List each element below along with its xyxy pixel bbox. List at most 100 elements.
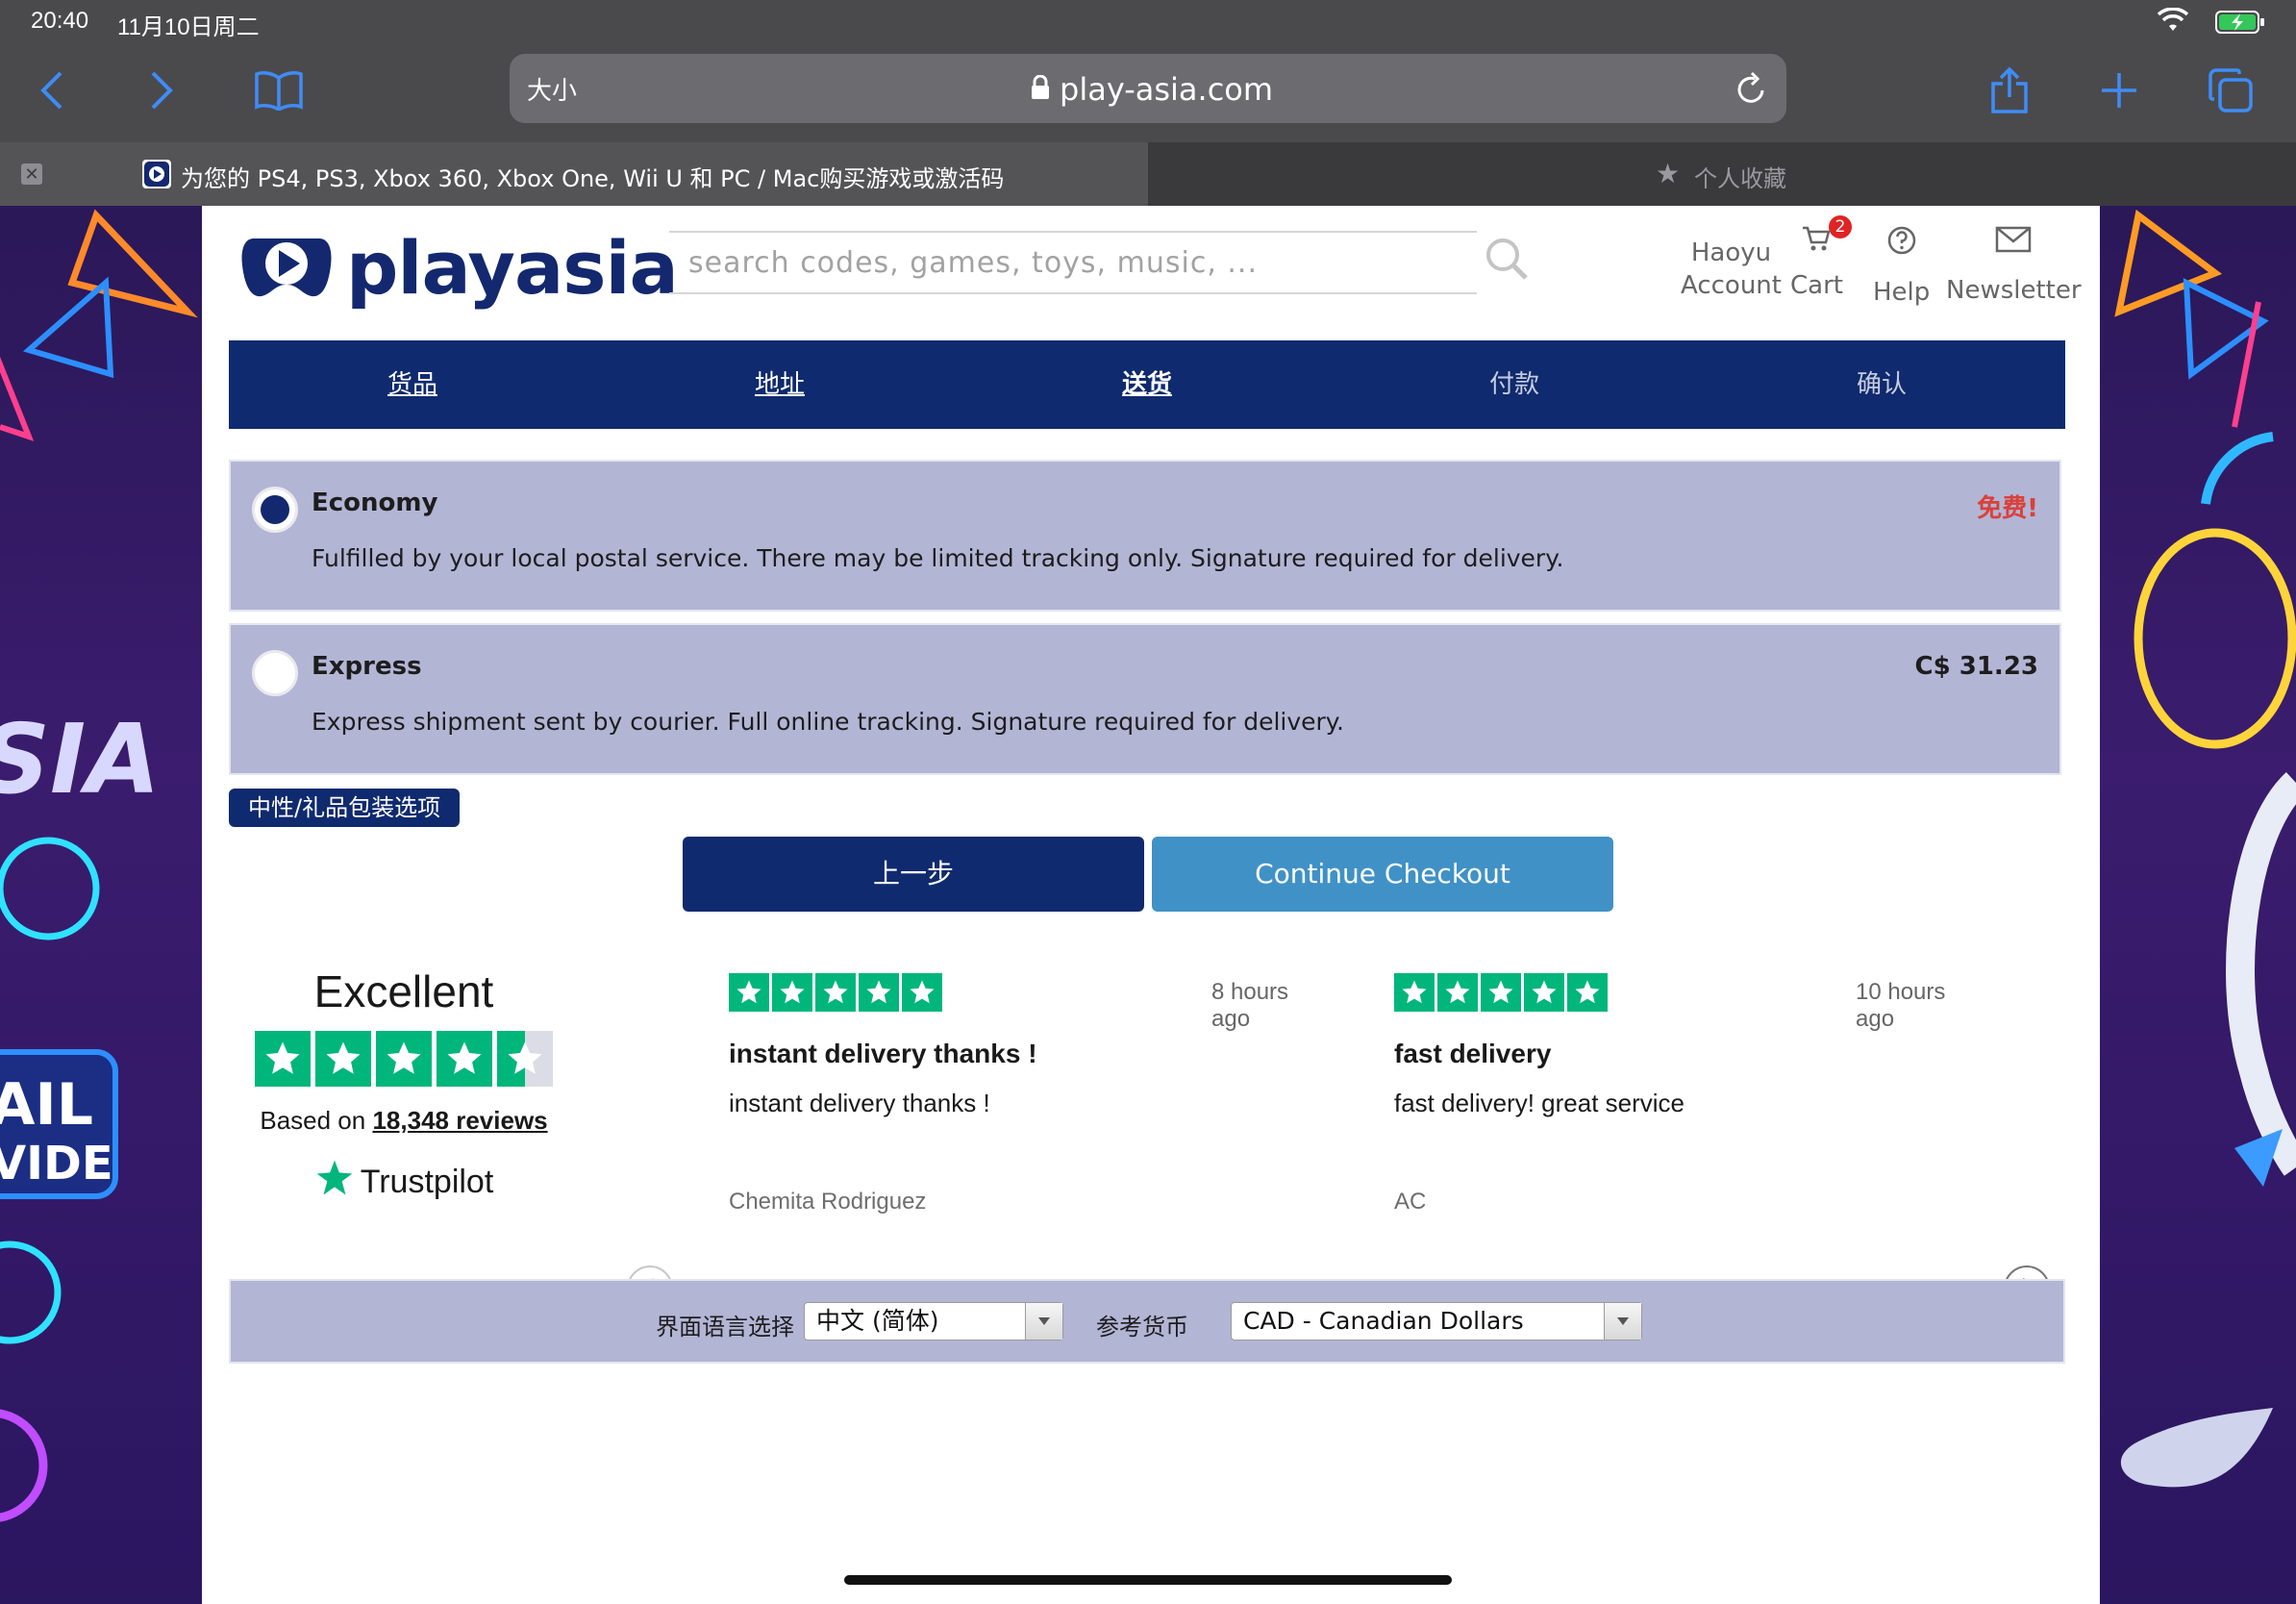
forward-nav-button[interactable] (133, 63, 190, 121)
economy-description: Fulfilled by your local postal service. … (312, 544, 1564, 572)
tabs-overview-button[interactable] (2202, 63, 2259, 121)
star-icon (772, 973, 812, 1012)
dropdown-arrow-icon (1604, 1303, 1641, 1340)
newsletter-label: Newsletter (1946, 276, 2082, 305)
express-name: Express (312, 652, 422, 681)
step-items[interactable]: 货品 (229, 340, 596, 429)
gift-wrap-option-button[interactable]: 中性/礼品包装选项 (229, 789, 461, 827)
star-icon (1524, 973, 1564, 1012)
favorites-label: 个人收藏 (1694, 165, 1786, 192)
trustpilot-logo[interactable]: Trustpilot (250, 1159, 558, 1206)
trustpilot-star-icon (314, 1159, 355, 1206)
wifi-icon (2157, 7, 2189, 39)
decorative-background-left: SIA AIL VIDE (0, 206, 202, 1604)
currency-select[interactable]: CAD - Canadian Dollars (1231, 1302, 1642, 1341)
playasia-logo[interactable]: playasia (240, 225, 679, 311)
decorative-background-right (2100, 206, 2296, 1604)
review-title: fast delivery (1394, 1039, 1552, 1068)
previous-step-button[interactable]: 上一步 (683, 837, 1144, 912)
currency-label: 参考货币 (1096, 1314, 1188, 1341)
tab-favorites[interactable]: ★ 个人收藏 (1148, 142, 2296, 206)
review-author: Chemita Rodriguez (729, 1189, 927, 1215)
share-button[interactable] (1981, 63, 2038, 121)
trustpilot-star-rating (250, 1031, 558, 1087)
svg-text:VIDE: VIDE (0, 1137, 113, 1190)
tab-title: 为您的 PS4, PS3, Xbox 360, Xbox One, Wii U … (181, 165, 1005, 192)
review-card[interactable]: 10 hours ago fast delivery fast delivery… (1394, 973, 1990, 1215)
search-input[interactable] (669, 233, 1477, 292)
reload-icon[interactable] (1734, 71, 1767, 111)
star-icon: ★ (1656, 159, 1681, 188)
review-count-link[interactable]: 18,348 reviews (372, 1106, 547, 1135)
economy-name: Economy (312, 489, 438, 517)
help-label: Help (1873, 278, 1931, 307)
star-icon (437, 1031, 492, 1087)
star-icon (1394, 973, 1435, 1012)
url-text: play-asia.com (1060, 71, 1274, 108)
language-select[interactable]: 中文 (简体) (804, 1302, 1063, 1341)
battery-charging-icon (2215, 10, 2265, 41)
playasia-logo-icon (240, 229, 333, 307)
trustpilot-brand: Trustpilot (360, 1164, 494, 1200)
address-bar[interactable]: 大小 play-asia.com (510, 54, 1786, 123)
cart-icon: 2 (1790, 215, 1852, 258)
tab-playasia[interactable]: ✕ 为您的 PS4, PS3, Xbox 360, Xbox One, Wii … (0, 142, 1148, 206)
language-value: 中文 (简体) (816, 1307, 939, 1335)
account-username: Haoyu (1690, 238, 1772, 267)
text-size-button[interactable]: 大小 (527, 71, 577, 107)
checkout-page: playasia Haoyu Account 2 Cart Help Newsl… (202, 206, 2100, 1604)
star-icon (376, 1031, 432, 1087)
express-radio[interactable] (252, 650, 298, 696)
cart-link[interactable]: 2 Cart (1790, 215, 1852, 302)
star-icon (315, 1031, 371, 1087)
svg-text:SIA: SIA (0, 703, 161, 815)
star-icon (729, 973, 769, 1012)
half-star-icon (497, 1031, 553, 1087)
shipping-option-express[interactable]: Express Express shipment sent by courier… (229, 623, 2061, 775)
star-icon (815, 973, 856, 1012)
continue-checkout-button[interactable]: Continue Checkout (1152, 837, 1613, 912)
chevron-right-icon (147, 69, 176, 116)
review-body: fast delivery! great service (1394, 1089, 1685, 1117)
star-icon (1567, 973, 1608, 1012)
dropdown-arrow-icon (1025, 1303, 1062, 1340)
ios-status-bar: 20:40 11月10日周二 (0, 0, 2296, 42)
search-icon[interactable] (1485, 237, 1529, 286)
playasia-favicon-icon (142, 160, 171, 188)
search-box (669, 231, 1477, 294)
star-icon (255, 1031, 311, 1087)
step-shipping[interactable]: 送货 (963, 340, 1331, 429)
account-link[interactable]: Haoyu Account (1681, 237, 1782, 302)
star-icon (902, 973, 942, 1012)
express-price: C$ 31.23 (1914, 652, 2038, 681)
checkout-steps-nav: 货品 地址 送货 付款 确认 (229, 340, 2065, 429)
cart-count-badge: 2 (1829, 215, 1852, 238)
step-address[interactable]: 地址 (596, 340, 963, 429)
logo-wordmark: playasia (346, 224, 679, 311)
review-author: AC (1394, 1189, 1427, 1215)
new-tab-button[interactable] (2090, 63, 2148, 121)
review-card[interactable]: 8 hours ago instant delivery thanks ! in… (729, 973, 1325, 1215)
bookmarks-button[interactable] (250, 63, 308, 121)
trustpilot-summary: Excellent Based on 18,348 reviews Trustp… (250, 965, 558, 1206)
lock-icon (1031, 74, 1050, 105)
step-payment: 付款 (1488, 370, 1539, 399)
close-tab-icon[interactable]: ✕ (21, 163, 42, 185)
locale-footer: 界面语言选择 中文 (简体) 参考货币 CAD - Canadian Dolla… (229, 1279, 2065, 1364)
star-icon (1481, 973, 1521, 1012)
back-nav-button[interactable] (23, 63, 81, 121)
shipping-option-economy[interactable]: Economy Fulfilled by your local postal s… (229, 460, 2061, 612)
trustpilot-rating-word: Excellent (313, 966, 494, 1016)
help-question-icon (1873, 225, 1930, 264)
trustpilot-based-on: Based on 18,348 reviews (250, 1106, 558, 1136)
plus-icon (2100, 71, 2138, 114)
envelope-icon (1946, 225, 2082, 263)
home-indicator (844, 1575, 1452, 1585)
step-confirm: 确认 (1856, 370, 1907, 399)
economy-radio[interactable] (252, 487, 298, 533)
share-icon (1989, 66, 2030, 119)
newsletter-link[interactable]: Newsletter (1946, 225, 2082, 307)
status-date: 11月10日周二 (117, 14, 260, 40)
help-link[interactable]: Help (1873, 225, 1930, 309)
tabs-icon (2209, 67, 2253, 117)
